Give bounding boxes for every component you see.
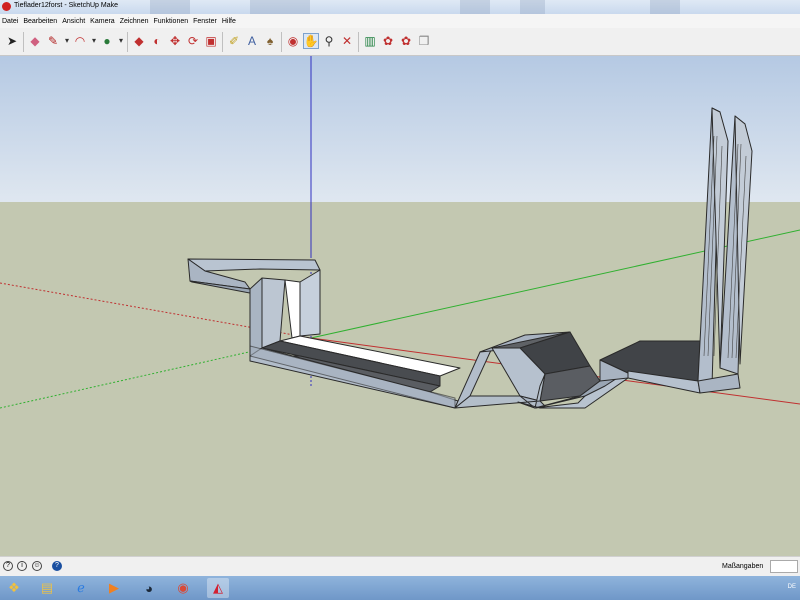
menu-item[interactable]: Funktionen — [153, 18, 188, 25]
media-player-icon[interactable]: ▶ — [103, 578, 125, 598]
title-bar-blur — [250, 0, 310, 14]
front-top-ledge — [187, 258, 321, 272]
menu-bar: Datei Bearbeiten Ansicht Kamera Zeichnen Funk… — [0, 14, 800, 28]
start-button-icon[interactable]: ❖ — [3, 578, 25, 598]
menu-item[interactable]: Fenster — [193, 18, 217, 25]
pan-icon[interactable]: ✋ — [303, 33, 319, 49]
eraser-icon[interactable]: ◆ — [27, 33, 43, 49]
toolbar: ➤ ◆ ✎ ▾ ◠ ▾ ● ▾ ◆ ◐ ✥ ⟳ ▣ ✐ A ♠ ◉ ✋ ⚲ ✕ ▥ ✿ ✿ ❒ — [0, 28, 800, 56]
explorer-icon[interactable]: ▤ — [36, 578, 58, 598]
status-bar: ? i ☺ ? Maßangaben — [0, 556, 800, 576]
shape-icon[interactable]: ● — [99, 33, 115, 49]
sketchup-icon[interactable]: ◭ — [207, 578, 229, 598]
toolbar-separator — [222, 32, 223, 52]
menu-item[interactable]: Ansicht — [62, 18, 85, 25]
internet-explorer-icon[interactable]: ℯ — [70, 578, 92, 598]
user-icon[interactable]: ☺ — [32, 561, 42, 571]
follow-me-icon[interactable]: ◐ — [149, 33, 165, 49]
title-bar: Tieflader12forst - SketchUp Make — [0, 0, 800, 14]
menu-item[interactable]: Zeichnen — [120, 18, 149, 25]
title-bar-blur — [150, 0, 190, 14]
orbit-icon[interactable]: ◉ — [285, 33, 301, 49]
tray-language[interactable]: DE — [788, 584, 796, 590]
gooseneck-outer — [249, 277, 263, 357]
extension-icon[interactable]: ✿ — [398, 33, 414, 49]
zoom-icon[interactable]: ⚲ — [321, 33, 337, 49]
zoom-extents-icon[interactable]: ✕ — [339, 33, 355, 49]
model-canvas[interactable] — [0, 56, 800, 556]
dropdown-arrow-icon[interactable]: ▾ — [90, 33, 98, 49]
menu-item[interactable]: Hilfe — [222, 18, 236, 25]
menu-item[interactable]: Kamera — [90, 18, 115, 25]
line-icon[interactable]: ✎ — [45, 33, 61, 49]
title-bar-blur — [520, 0, 545, 14]
arc-icon[interactable]: ◠ — [72, 33, 88, 49]
share-model-icon[interactable]: ❒ — [416, 33, 432, 49]
dropdown-arrow-icon[interactable]: ▾ — [117, 33, 125, 49]
push-pull-icon[interactable]: ◆ — [131, 33, 147, 49]
warehouse-icon[interactable]: ✿ — [380, 33, 396, 49]
measurements-label: Maßangaben — [722, 563, 764, 570]
toolbar-separator — [23, 32, 24, 52]
menu-item[interactable]: Datei — [2, 18, 18, 25]
taskbar: DE ❖ ▤ ℯ ▶ ◕ ◉ ◭ — [0, 576, 800, 600]
move-icon[interactable]: ✥ — [167, 33, 183, 49]
tape-measure-icon[interactable]: ✐ — [226, 33, 242, 49]
sky — [0, 56, 800, 202]
geo-location-icon[interactable]: ? — [3, 561, 13, 571]
credits-icon[interactable]: i — [17, 561, 27, 571]
steam-icon[interactable]: ◕ — [138, 578, 160, 598]
title-bar-blur — [650, 0, 680, 14]
select-icon[interactable]: ➤ — [4, 33, 20, 49]
drawing-viewport[interactable] — [0, 56, 800, 556]
toolbar-separator — [127, 32, 128, 52]
paint-bucket-icon[interactable]: ♠ — [262, 33, 278, 49]
window-title: Tieflader12forst - SketchUp Make — [14, 2, 119, 9]
menu-item[interactable]: Bearbeiten — [23, 18, 57, 25]
help-icon[interactable]: ? — [52, 561, 62, 571]
text-icon[interactable]: A — [244, 33, 260, 49]
dropdown-arrow-icon[interactable]: ▾ — [63, 33, 71, 49]
components-icon[interactable]: ▥ — [362, 33, 378, 49]
measurements-input[interactable] — [770, 560, 798, 573]
sketchup-app-icon — [2, 2, 11, 11]
scale-icon[interactable]: ▣ — [203, 33, 219, 49]
toolbar-separator — [281, 32, 282, 52]
chrome-icon[interactable]: ◉ — [172, 578, 194, 598]
toolbar-separator — [358, 32, 359, 52]
gooseneck-inner-right — [299, 269, 321, 337]
rotate-icon[interactable]: ⟳ — [185, 33, 201, 49]
title-bar-blur — [460, 0, 490, 14]
